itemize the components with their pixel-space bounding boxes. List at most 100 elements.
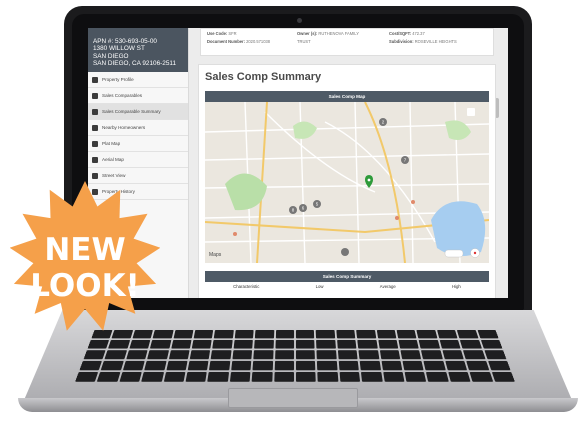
keyboard-key xyxy=(166,360,188,371)
keyboard-key xyxy=(122,360,145,371)
trackpad xyxy=(228,388,358,408)
cost-label: Cost/SQFT: xyxy=(389,31,412,36)
document-number-label: Document Number: xyxy=(207,39,245,44)
keyboard-key xyxy=(396,329,417,339)
keyboard-key xyxy=(456,329,479,339)
keyboard-key xyxy=(418,339,440,349)
keyboard-key xyxy=(141,372,164,382)
document-number-value: 2020.571038 xyxy=(246,39,271,44)
keyboard-key xyxy=(487,360,511,371)
keyboard-key xyxy=(212,339,233,349)
profile-icon xyxy=(92,76,98,83)
keyboard-key xyxy=(480,339,503,349)
summary-icon xyxy=(92,108,98,115)
keyboard-key xyxy=(79,360,103,371)
keyboard-key xyxy=(119,372,142,382)
keyboard-key xyxy=(336,339,357,349)
use-code-value: SFR xyxy=(228,31,237,36)
keyboard-key xyxy=(187,360,209,371)
keyboard-key xyxy=(469,372,493,382)
keyboard-key xyxy=(275,329,295,339)
keyboard-key xyxy=(168,350,190,360)
column-high: High xyxy=(451,284,461,289)
keyboard-key xyxy=(421,350,443,360)
new-look-text: NEW LOOK! xyxy=(14,232,156,304)
keyboard-key xyxy=(316,350,337,360)
comp-pin-7[interactable]: 7 xyxy=(401,156,409,164)
keyboard-key xyxy=(170,339,192,349)
sidebar-item-sales-comparables[interactable]: Sales Comparables xyxy=(88,88,188,104)
keyboard-key xyxy=(87,339,110,349)
sidebar-item-plat-map[interactable]: Plat Map xyxy=(88,136,188,152)
keyboard-key xyxy=(295,350,316,360)
sales-comp-map[interactable]: 2 7 865 Maps xyxy=(205,102,489,263)
keyboard-key xyxy=(402,360,424,371)
keyboard-key xyxy=(376,329,397,339)
plat-map-icon xyxy=(92,140,98,147)
subject-property-pin[interactable] xyxy=(365,175,373,188)
aerial-map-icon xyxy=(92,156,98,163)
keyboard-key xyxy=(214,329,234,339)
keyboard-key xyxy=(75,372,99,382)
sidebar-item-label: Plat Map xyxy=(102,141,121,146)
keyboard-key xyxy=(379,350,401,360)
map-pins: 2 7 8 65 xyxy=(289,118,409,256)
keyboard-key xyxy=(150,339,172,349)
keyboard-key xyxy=(448,372,471,382)
sales-comp-summary-header: Sales Comp Summary xyxy=(205,271,489,282)
keyboard-key xyxy=(275,339,295,349)
keyboard-key xyxy=(336,329,356,339)
keyboard-key xyxy=(295,329,315,339)
homeowners-icon xyxy=(92,124,98,131)
comp-pin-8[interactable]: 8 xyxy=(289,206,297,214)
comp-pin-2[interactable]: 2 xyxy=(379,118,387,126)
keyboard-key xyxy=(253,350,274,360)
column-low: Low xyxy=(315,284,324,289)
sidebar-item-nearby-homeowners[interactable]: Nearby Homeowners xyxy=(88,120,188,136)
keyboard-key xyxy=(439,339,461,349)
sidebar-item-label: Sales Comparable Summary xyxy=(102,109,161,114)
keyboard xyxy=(72,329,518,390)
sales-comp-summary-card: Sales Comp Summary Sales Comp Map 2 7 8 … xyxy=(198,64,496,298)
subdivision-label: Subdivision: xyxy=(389,39,414,44)
comp-pin-6[interactable]: 6 xyxy=(299,204,307,212)
column-characteristic: Characteristic xyxy=(233,284,260,289)
keyboard-key xyxy=(147,350,169,360)
keyboard-key xyxy=(426,372,449,382)
sidebar-item-label: Sales Comparables xyxy=(102,93,143,98)
keyboard-key xyxy=(274,350,295,360)
keyboard-key xyxy=(404,372,427,382)
comp-pin-5[interactable]: 5 xyxy=(313,200,321,208)
keyboard-key xyxy=(466,360,489,371)
keyboard-key xyxy=(254,339,274,349)
badge-line-1: NEW xyxy=(44,232,126,268)
summary-table-header: Characteristic Low Average High xyxy=(205,284,489,290)
keyboard-key xyxy=(463,350,486,360)
keyboard-key xyxy=(193,329,214,339)
keyboard-key xyxy=(210,350,232,360)
sidebar-item-aerial-map[interactable]: Aerial Map xyxy=(88,152,188,168)
sidebar-item-property-profile[interactable]: Property Profile xyxy=(88,72,188,88)
keyboard-key xyxy=(251,372,273,382)
keyboard-key xyxy=(317,360,338,371)
keyboard-key xyxy=(317,372,339,382)
sidebar-item-label: Nearby Homeowners xyxy=(102,125,146,130)
keyboard-key xyxy=(358,350,380,360)
webcam-icon xyxy=(297,18,302,23)
sidebar-item-label: Property Profile xyxy=(102,77,134,82)
keyboard-key xyxy=(491,372,515,382)
keyboard-key xyxy=(338,360,359,371)
keyboard-key xyxy=(295,360,316,371)
keyboard-key xyxy=(356,329,376,339)
sales-comp-map-header: Sales Comp Map xyxy=(205,91,489,102)
keyboard-key xyxy=(126,350,148,360)
keyboard-key xyxy=(97,372,121,382)
keyboard-key xyxy=(232,350,253,360)
keyboard-key xyxy=(234,329,254,339)
comp-pin-extra[interactable] xyxy=(341,248,349,256)
keyboard-key xyxy=(398,339,420,349)
keyboard-key xyxy=(274,360,295,371)
sidebar-item-sales-comparable-summary[interactable]: Sales Comparable Summary xyxy=(88,104,188,120)
keyboard-key xyxy=(484,350,507,360)
property-details-card: Use Code: SFR Document Number: 2020.5710… xyxy=(200,28,494,56)
